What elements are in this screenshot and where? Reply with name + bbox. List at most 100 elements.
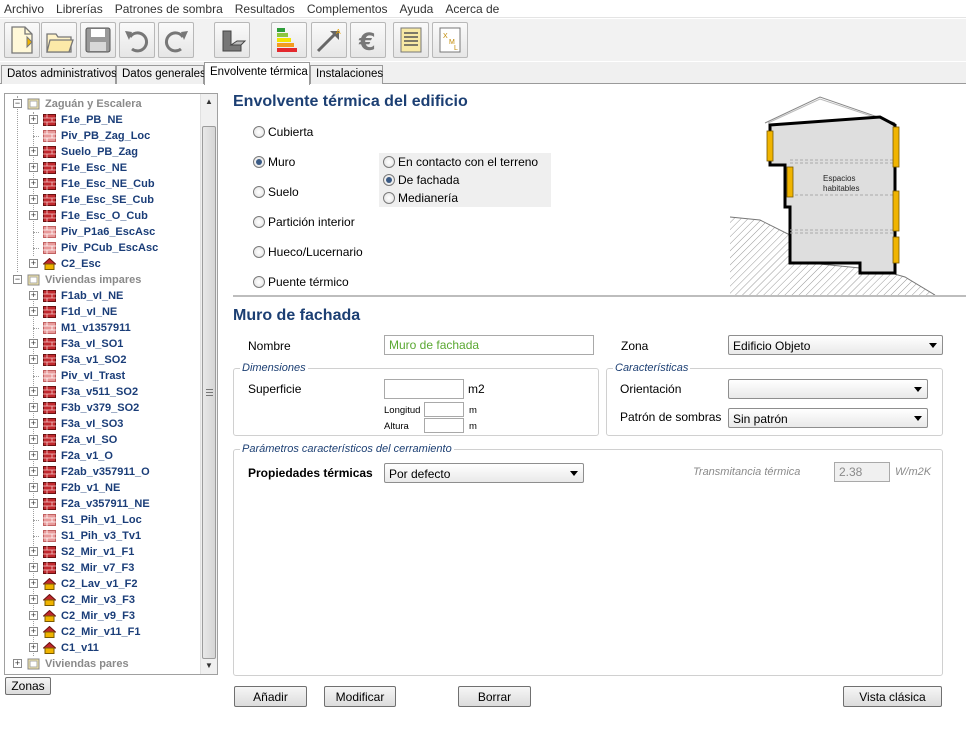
tree-node[interactable]: F1e_Esc_NE_Cub bbox=[43, 176, 155, 192]
expand-icon[interactable]: + bbox=[29, 563, 38, 572]
anadir-button[interactable]: Añadir bbox=[234, 686, 307, 707]
energy-rating-icon[interactable] bbox=[271, 22, 307, 58]
tree-node[interactable]: C2_Esc bbox=[43, 256, 101, 272]
radio-particion-interior[interactable] bbox=[253, 216, 265, 228]
expand-icon[interactable]: + bbox=[29, 579, 38, 588]
tree-group-node[interactable]: Viviendas impares bbox=[27, 272, 141, 288]
report-document-icon[interactable] bbox=[393, 22, 429, 58]
tree-node[interactable]: S2_Mir_v7_F3 bbox=[43, 560, 134, 576]
tree-node[interactable]: F1e_PB_NE bbox=[43, 112, 123, 128]
expand-icon[interactable]: + bbox=[29, 147, 38, 156]
open-folder-icon[interactable] bbox=[41, 22, 77, 58]
expand-icon[interactable]: + bbox=[29, 163, 38, 172]
vista-clasica-button[interactable]: Vista clásica bbox=[843, 686, 942, 707]
menu-item[interactable]: Archivo bbox=[4, 2, 44, 16]
tree-node[interactable]: Piv_vI_Trast bbox=[43, 368, 125, 384]
undo-icon[interactable] bbox=[119, 22, 155, 58]
tree-node[interactable]: F1e_Esc_O_Cub bbox=[43, 208, 148, 224]
expand-icon[interactable]: + bbox=[29, 291, 38, 300]
expand-icon[interactable]: + bbox=[29, 595, 38, 604]
tree-scrollbar[interactable]: ▲ ▼ bbox=[200, 94, 217, 674]
tree-node[interactable]: S1_Pih_v1_Loc bbox=[43, 512, 142, 528]
tree-node[interactable]: C2_Mir_v9_F3 bbox=[43, 608, 135, 624]
patron-sombras-select[interactable]: Sin patrón bbox=[728, 408, 928, 428]
tree-node[interactable]: C2_Mir_v11_F1 bbox=[43, 624, 141, 640]
tree-group-node[interactable]: Viviendas pares bbox=[27, 656, 129, 672]
tree-node[interactable]: F1e_Esc_NE bbox=[43, 160, 127, 176]
tree-node[interactable]: F2a_vI_SO bbox=[43, 432, 117, 448]
expand-icon[interactable]: + bbox=[29, 307, 38, 316]
propiedades-termicas-select[interactable]: Por defecto bbox=[384, 463, 584, 483]
tree-node[interactable]: Piv_P1a6_EscAsc bbox=[43, 224, 155, 240]
expand-icon[interactable]: + bbox=[29, 483, 38, 492]
zonas-button[interactable]: Zonas bbox=[5, 677, 51, 695]
superficie-input[interactable] bbox=[384, 379, 464, 399]
expand-icon[interactable]: + bbox=[29, 259, 38, 268]
tree-node[interactable]: S2_Mir_v1_F1 bbox=[43, 544, 134, 560]
radio-en-contacto-terreno[interactable] bbox=[383, 156, 395, 168]
scroll-down-icon[interactable]: ▼ bbox=[201, 658, 217, 674]
radio-puente-termico[interactable] bbox=[253, 276, 265, 288]
tab-instalaciones[interactable]: Instalaciones bbox=[310, 65, 383, 84]
radio-medianeria[interactable] bbox=[383, 192, 395, 204]
tab-datos-administrativos[interactable]: Datos administrativos bbox=[1, 65, 117, 84]
tree-node[interactable]: Suelo_PB_Zag bbox=[43, 144, 138, 160]
collapse-icon[interactable]: − bbox=[13, 99, 22, 108]
envelope-tree[interactable]: Zaguán y Escalera − F1e_PB_NE + Piv_PB_Zag_L… bbox=[4, 93, 218, 675]
menu-item[interactable]: Acerca de bbox=[445, 2, 499, 16]
expand-icon[interactable]: + bbox=[29, 211, 38, 220]
new-file-icon[interactable] bbox=[4, 22, 40, 58]
radio-suelo[interactable] bbox=[253, 186, 265, 198]
expand-icon[interactable]: + bbox=[29, 355, 38, 364]
expand-icon[interactable]: + bbox=[29, 547, 38, 556]
expand-icon[interactable]: + bbox=[29, 611, 38, 620]
tree-node[interactable]: F1d_vI_NE bbox=[43, 304, 117, 320]
xml-export-icon[interactable]: XML bbox=[432, 22, 468, 58]
3d-view-icon[interactable] bbox=[214, 22, 250, 58]
radio-cubierta[interactable] bbox=[253, 126, 265, 138]
menu-item[interactable]: Resultados bbox=[235, 2, 295, 16]
longitud-input[interactable] bbox=[424, 402, 464, 417]
expand-icon[interactable]: + bbox=[29, 403, 38, 412]
menu-item[interactable]: Complementos bbox=[307, 2, 388, 16]
tree-node[interactable]: F2a_v1_O bbox=[43, 448, 113, 464]
calculate-arrow-icon[interactable]: A bbox=[311, 22, 347, 58]
expand-icon[interactable]: + bbox=[29, 419, 38, 428]
tree-node[interactable]: S1_Pih_v3_Tv1 bbox=[43, 528, 141, 544]
tree-node[interactable]: C2_Mir_v3_F3 bbox=[43, 592, 135, 608]
tree-node[interactable]: F2a_v357911_NE bbox=[43, 496, 150, 512]
tree-node[interactable]: M1_v1357911 bbox=[43, 320, 131, 336]
tree-node[interactable]: F3b_v379_SO2 bbox=[43, 400, 139, 416]
menu-item[interactable]: Patrones de sombra bbox=[115, 2, 223, 16]
altura-input[interactable] bbox=[424, 418, 464, 433]
tree-node[interactable]: F3a_vI_SO3 bbox=[43, 416, 123, 432]
save-disk-icon[interactable] bbox=[80, 22, 116, 58]
tree-node[interactable]: F1e_Esc_SE_Cub bbox=[43, 192, 154, 208]
radio-hueco-lucernario[interactable] bbox=[253, 246, 265, 258]
expand-icon[interactable]: + bbox=[29, 643, 38, 652]
menu-item[interactable]: Librerías bbox=[56, 2, 103, 16]
expand-icon[interactable]: + bbox=[29, 499, 38, 508]
expand-icon[interactable]: + bbox=[29, 339, 38, 348]
expand-icon[interactable]: + bbox=[29, 451, 38, 460]
modificar-button[interactable]: Modificar bbox=[324, 686, 396, 707]
expand-icon[interactable]: + bbox=[29, 115, 38, 124]
scroll-up-icon[interactable]: ▲ bbox=[201, 94, 217, 110]
orientacion-select[interactable] bbox=[728, 379, 928, 399]
expand-icon[interactable]: + bbox=[29, 195, 38, 204]
tree-node[interactable]: F2ab_v357911_O bbox=[43, 464, 150, 480]
euro-icon[interactable]: € bbox=[350, 22, 386, 58]
expand-icon[interactable]: + bbox=[29, 435, 38, 444]
scroll-thumb[interactable] bbox=[202, 126, 216, 659]
redo-icon[interactable] bbox=[158, 22, 194, 58]
tree-node[interactable]: C2_Lav_v1_F2 bbox=[43, 576, 137, 592]
borrar-button[interactable]: Borrar bbox=[458, 686, 531, 707]
tab-datos-generales[interactable]: Datos generales bbox=[116, 65, 206, 84]
tree-node[interactable]: Piv_PB_Zag_Loc bbox=[43, 128, 150, 144]
tab-envolvente-termica[interactable]: Envolvente térmica bbox=[204, 62, 310, 85]
expand-icon[interactable]: + bbox=[29, 387, 38, 396]
tree-node[interactable]: F2b_v1_NE bbox=[43, 480, 120, 496]
tree-node[interactable]: Piv_PCub_EscAsc bbox=[43, 240, 158, 256]
expand-icon[interactable]: + bbox=[29, 467, 38, 476]
expand-icon[interactable]: + bbox=[29, 179, 38, 188]
